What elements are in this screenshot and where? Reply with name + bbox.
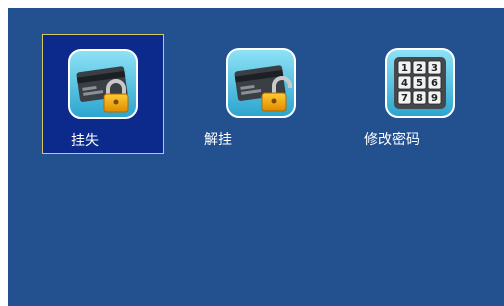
card-unlock-icon xyxy=(226,48,296,118)
menu-item-report-loss[interactable]: 挂失 xyxy=(42,34,164,154)
svg-text:1: 1 xyxy=(401,63,408,74)
svg-text:9: 9 xyxy=(431,93,438,104)
keypad-key: 7 xyxy=(397,90,412,105)
menu-screen: 挂失 解挂 1 2 3 4 5 6 7 8 9 修改密码 xyxy=(8,8,504,306)
keypad-key: 6 xyxy=(427,75,442,90)
keypad-key: 2 xyxy=(412,60,427,75)
keypad-key: 4 xyxy=(397,75,412,90)
svg-text:5: 5 xyxy=(416,78,423,89)
keypad-icon: 123 456 789 xyxy=(385,48,455,118)
keypad-key: 9 xyxy=(427,90,442,105)
keypad-key: 3 xyxy=(427,60,442,75)
menu-item-cancel-loss[interactable]: 解挂 xyxy=(201,34,323,154)
keypad-key: 1 xyxy=(397,60,412,75)
svg-text:8: 8 xyxy=(416,93,423,104)
menu-item-change-password[interactable]: 123 456 789 修改密码 xyxy=(360,34,482,154)
svg-text:3: 3 xyxy=(431,63,438,74)
svg-text:6: 6 xyxy=(431,78,438,89)
menu-item-label: 解挂 xyxy=(204,132,232,148)
keypad-key: 5 xyxy=(412,75,427,90)
card-lock-icon xyxy=(68,49,138,119)
keypad-key: 8 xyxy=(412,90,427,105)
svg-text:7: 7 xyxy=(401,93,408,104)
menu-item-label: 修改密码 xyxy=(364,132,420,148)
svg-text:4: 4 xyxy=(401,78,408,89)
menu-item-label: 挂失 xyxy=(71,133,99,149)
svg-text:2: 2 xyxy=(416,63,423,74)
